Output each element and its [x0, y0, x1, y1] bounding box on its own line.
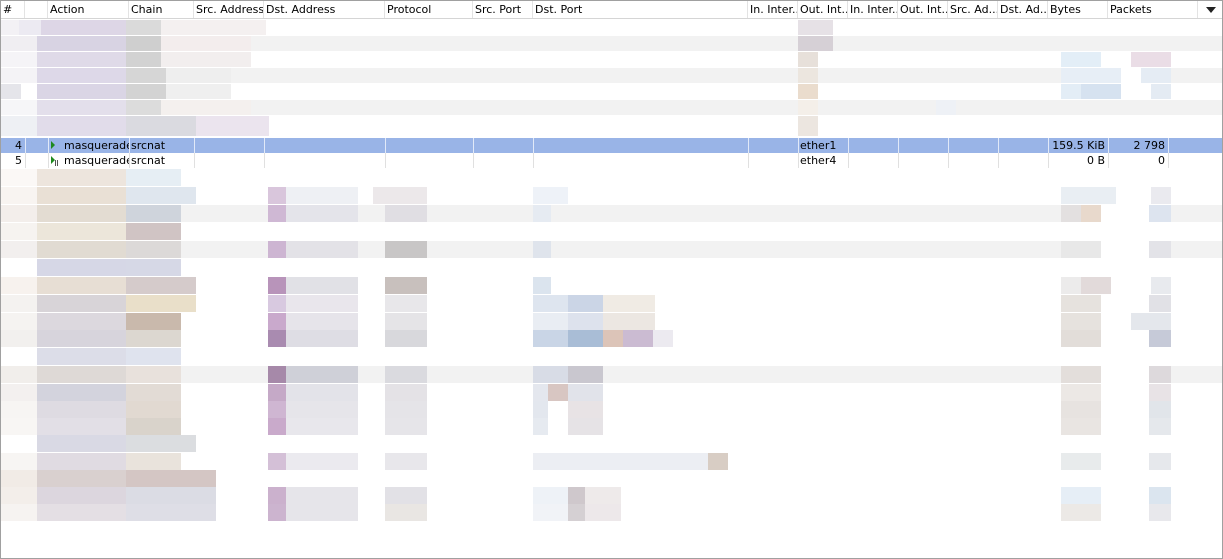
column-header-out-interface[interactable]: Out. Int...	[798, 1, 848, 18]
column-menu-button[interactable]	[1197, 1, 1222, 18]
column-header-in-interface[interactable]: In. Inter...	[748, 1, 798, 18]
play-pause-icon	[51, 140, 59, 151]
column-header-src-address-list[interactable]: Src. Ad...	[948, 1, 998, 18]
rule-chain: srcnat	[131, 139, 166, 152]
rule-packets: 0	[1158, 154, 1165, 167]
play-pause-icon	[51, 155, 59, 166]
table-row[interactable]: 5 masquerade srcnat ether4 0 B 0	[1, 153, 1222, 168]
column-header-chain[interactable]: Chain	[129, 1, 194, 18]
nat-rules-table: # Action Chain Src. Address Dst. Address…	[0, 0, 1223, 559]
column-header-src-address[interactable]: Src. Address	[194, 1, 264, 18]
column-header-action[interactable]: Action	[48, 1, 129, 18]
column-header-dst-address[interactable]: Dst. Address	[264, 1, 385, 18]
rule-number: 5	[15, 154, 22, 167]
column-header-flags[interactable]	[25, 1, 48, 18]
table-row[interactable]: 4 masquerade srcnat ether1 159.5 KiB 2 7…	[1, 138, 1222, 153]
rule-number: 4	[15, 139, 22, 152]
column-header-protocol[interactable]: Protocol	[385, 1, 473, 18]
column-header-in-interface-list[interactable]: In. Inter...	[848, 1, 898, 18]
column-header-out-interface-list[interactable]: Out. Int...	[898, 1, 948, 18]
rule-bytes: 159.5 KiB	[1052, 139, 1105, 152]
rule-action: masquerade	[64, 154, 129, 167]
rule-out-interface: ether4	[800, 154, 837, 167]
rule-action: masquerade	[64, 139, 129, 152]
column-header-bytes[interactable]: Bytes	[1048, 1, 1108, 18]
column-header-packets[interactable]: Packets	[1108, 1, 1198, 18]
column-header-dst-port[interactable]: Dst. Port	[533, 1, 748, 18]
column-header-number[interactable]: #	[1, 1, 25, 18]
rule-out-interface: ether1	[800, 139, 837, 152]
rule-bytes: 0 B	[1086, 154, 1105, 167]
table-header: # Action Chain Src. Address Dst. Address…	[1, 1, 1222, 19]
rule-chain: srcnat	[131, 154, 166, 167]
rule-packets: 2 798	[1133, 139, 1166, 152]
column-header-dst-address-list[interactable]: Dst. Ad...	[998, 1, 1048, 18]
column-header-src-port[interactable]: Src. Port	[473, 1, 533, 18]
chevron-down-icon	[1206, 7, 1216, 13]
